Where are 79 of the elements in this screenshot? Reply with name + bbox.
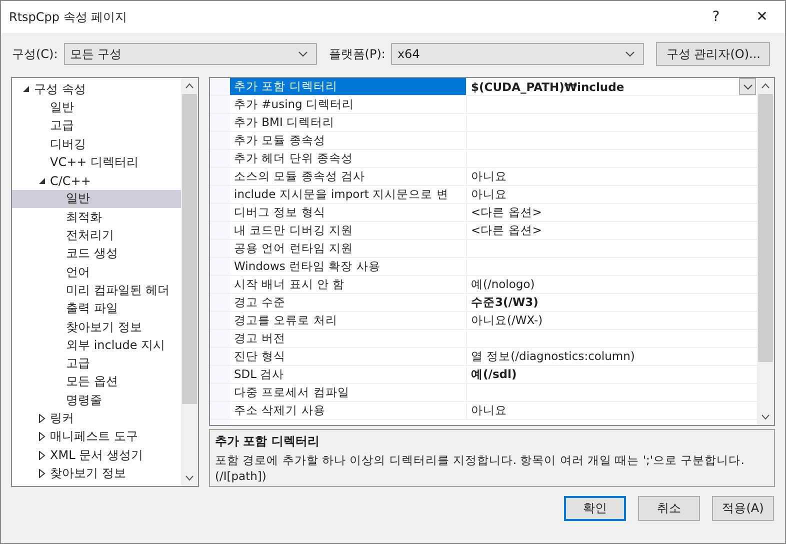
caret-icon[interactable] (742, 84, 752, 90)
tree-item[interactable]: 링커 (12, 409, 181, 428)
property-value: 아니요(/WX-) (471, 313, 543, 328)
caret-icon[interactable] (298, 51, 308, 57)
tree-item[interactable]: C/C++ (12, 171, 181, 190)
tree-item[interactable]: 고급 (12, 354, 181, 373)
configuration-dropdown[interactable]: 모든 구성 (64, 43, 317, 65)
property-name[interactable]: 추가 BMI 디렉터리 (230, 114, 467, 131)
scrollbar-thumb[interactable] (758, 94, 773, 362)
property-value: 열 정보(/diagnostics:column) (471, 349, 635, 364)
description-title: 추가 포함 디렉터리 (215, 433, 320, 450)
window-title: RtspCpp 속성 페이지 (9, 8, 128, 26)
tree-item[interactable]: 외부 include 지시 (12, 336, 181, 354)
scrollbar-thumb[interactable] (182, 94, 197, 404)
property-value: 수준3(/W3) (471, 295, 538, 310)
tree-item[interactable]: 전처리기 (12, 226, 181, 245)
property-name[interactable]: Windows 런타임 확장 사용 (230, 258, 467, 275)
property-name[interactable]: include 지시문을 import 지시문으로 변 (230, 186, 467, 203)
tree-item[interactable]: 모든 옵션 (12, 372, 181, 392)
tree-item[interactable]: 미리 컴파일된 헤더 (12, 281, 181, 300)
tree-item[interactable]: 찾아보기 정보 (12, 464, 181, 483)
scroll-up-icon[interactable] (761, 83, 770, 89)
caret-icon[interactable] (625, 51, 636, 57)
property-name[interactable]: 진단 형식 (230, 348, 467, 365)
configuration-manager-button[interactable]: 구성 관리자(O)... (656, 42, 770, 66)
property-name[interactable]: 공용 언어 런타임 지원 (230, 240, 467, 257)
tree-item[interactable]: 찾아보기 정보 (12, 318, 181, 336)
property-name[interactable]: 추가 포함 디렉터리 (230, 78, 467, 95)
description-text: 포함 경로에 추가할 하나 이상의 디렉터리를 지정합니다. 항목이 여러 개일 때는 ';'으로 구분합니다. (/I[path]) (215, 452, 746, 484)
help-button[interactable]: ? (693, 1, 739, 33)
scroll-down-icon[interactable] (761, 414, 770, 420)
property-name[interactable]: 다중 프로세서 컴파일 (230, 384, 467, 401)
tree-item[interactable]: VC++ 디렉터리 (12, 153, 181, 172)
property-name[interactable]: 경고 버전 (230, 330, 467, 347)
property-value: 아니요 (471, 403, 507, 418)
property-name[interactable]: 소스의 모듈 종속성 검사 (230, 168, 467, 185)
property-name[interactable]: 추가 #using 디렉터리 (230, 96, 467, 113)
property-name[interactable]: 경고를 오류로 처리 (230, 312, 467, 329)
dropdown-button[interactable] (739, 78, 756, 95)
dialog-button[interactable]: 취소 (638, 496, 700, 521)
tree-item[interactable]: 출력 파일 (12, 300, 181, 318)
tree-item[interactable]: 코드 생성 (12, 244, 181, 263)
tree-item[interactable]: 일반 (12, 190, 181, 208)
platform-dropdown[interactable]: x64 (391, 43, 644, 65)
expanded-triangle-icon[interactable] (22, 85, 30, 94)
property-value: 아니요 (471, 169, 507, 184)
property-value: $(CUDA_PATH)₩include (471, 80, 624, 94)
expanded-triangle-icon[interactable] (38, 176, 46, 185)
property-name[interactable]: 경고 수준 (230, 294, 467, 311)
property-name[interactable]: 추가 모듈 종속성 (230, 132, 467, 149)
property-value: 예(/nologo) (471, 277, 535, 292)
property-value: 예(/sdl) (471, 367, 517, 382)
property-name[interactable]: 디버그 정보 형식 (230, 204, 467, 221)
scrollbar[interactable] (181, 78, 198, 486)
tree-item[interactable]: 명령줄 (12, 391, 181, 410)
tree-item[interactable]: 구성 속성 (12, 80, 181, 98)
tree-item[interactable]: XML 문서 생성기 (12, 446, 181, 464)
property-value: <다른 옵션> (471, 223, 542, 238)
dialog-button[interactable]: 적용(A) (712, 496, 774, 521)
tree-item[interactable]: 디버깅 (12, 134, 181, 154)
close-button[interactable]: ✕ (739, 1, 785, 33)
tree-item[interactable]: 고급 (12, 116, 181, 135)
tree-item[interactable]: 일반 (12, 98, 181, 117)
tree-item[interactable]: 매니페스트 도구 (12, 428, 181, 446)
scrollbar[interactable] (757, 78, 774, 425)
scroll-down-icon[interactable] (185, 475, 194, 481)
property-value: <다른 옵션> (471, 205, 542, 220)
property-name[interactable]: 시작 배너 표시 안 함 (230, 276, 467, 293)
platform-label: 플랫폼(P): (328, 46, 386, 62)
property-name[interactable]: 주소 삭제기 사용 (230, 402, 467, 419)
property-name[interactable]: 내 코드만 디버깅 지원 (230, 222, 467, 239)
property-name[interactable]: SDL 검사 (230, 366, 467, 383)
property-name[interactable]: 추가 헤더 단위 종속성 (230, 150, 467, 167)
tree-item[interactable]: 언어 (12, 262, 181, 282)
configuration-label: 구성(C): (12, 46, 58, 62)
dialog-button[interactable]: 확인 (564, 496, 626, 521)
tree-item[interactable]: 최적화 (12, 208, 181, 226)
property-value: 아니요 (471, 187, 507, 202)
scroll-up-icon[interactable] (185, 83, 194, 89)
